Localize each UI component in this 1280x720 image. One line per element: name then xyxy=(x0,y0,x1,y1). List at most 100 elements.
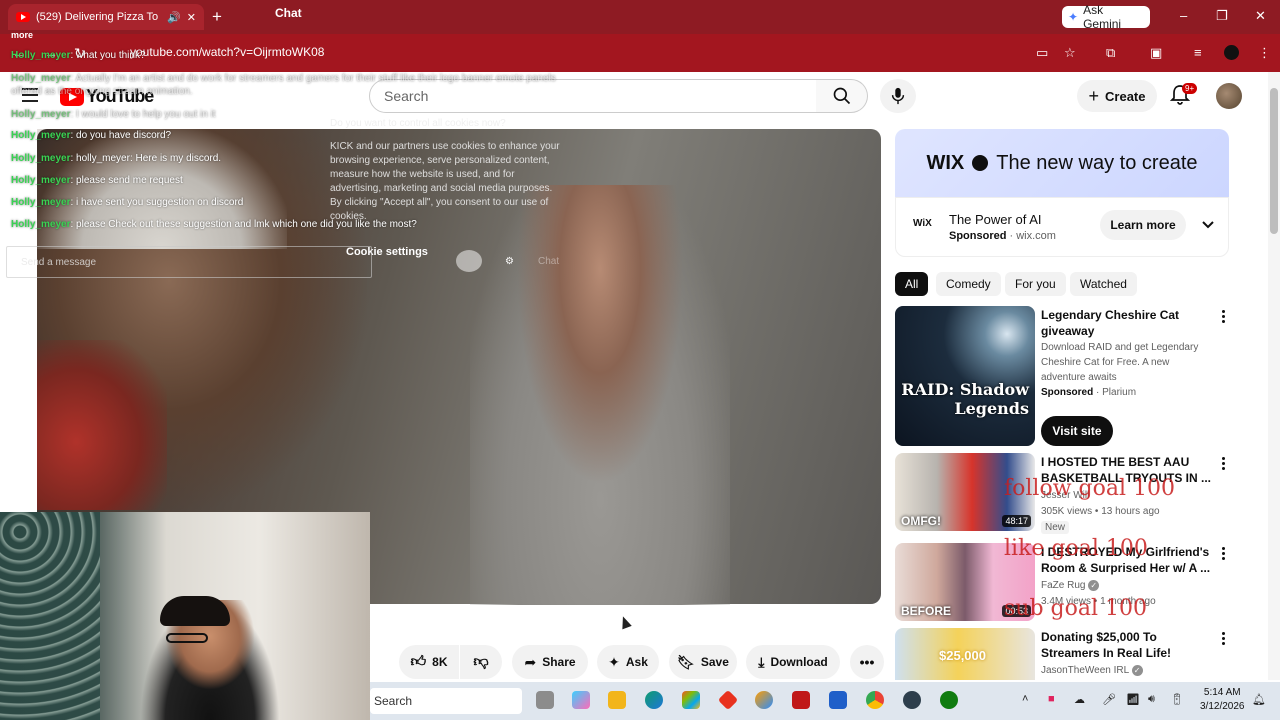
related-channel[interactable]: FaZe Rug ✓ xyxy=(1041,578,1206,593)
chip-watched[interactable]: Watched xyxy=(1070,272,1137,296)
more-actions-button[interactable]: ••• xyxy=(850,645,884,679)
chat-username[interactable]: Holly_meyer xyxy=(11,109,70,120)
extensions-icon[interactable]: ⧉ xyxy=(1106,45,1115,61)
related-channel: · Plarium xyxy=(1096,387,1137,398)
tab-close-icon[interactable]: ✕ xyxy=(187,11,196,24)
tray-overflow-chevron-icon[interactable]: ˄ xyxy=(1022,693,1028,705)
chip-all[interactable]: All xyxy=(895,272,929,296)
tray-microphone-icon[interactable]: 🎤︎ xyxy=(1102,693,1116,706)
taskbar-search-box[interactable]: Search xyxy=(370,688,522,714)
maximize-button[interactable]: ❐ xyxy=(1216,8,1228,24)
ad-logo: WiX xyxy=(913,218,932,229)
ad-banner[interactable]: WIX The new way to create xyxy=(895,129,1229,197)
chat-username[interactable]: Holly_meyer xyxy=(11,73,70,84)
chat-username[interactable]: Holly_meyer xyxy=(11,197,70,208)
chat-username[interactable]: Holly_meyer xyxy=(11,175,70,186)
related-title[interactable]: Legendary Cheshire Cat giveaway xyxy=(1041,307,1211,339)
url-field[interactable]: youtube.com/watch?v=OijrmtoWK08 xyxy=(130,45,324,59)
chip-comedy[interactable]: Comedy xyxy=(936,272,1001,296)
related-sponsor-meta: Sponsored · Plarium xyxy=(1041,385,1206,400)
split-view-icon[interactable]: ▣ xyxy=(1150,45,1162,61)
edge-icon[interactable] xyxy=(645,691,663,709)
chat-username[interactable]: Holly_meyer xyxy=(11,50,70,61)
ad-title[interactable]: The Power of AI xyxy=(949,212,1042,227)
video-frame-person-right xyxy=(470,185,730,605)
dislike-button[interactable]: 👎︎ xyxy=(460,645,502,679)
webcam-person-hair xyxy=(160,596,230,626)
settings-app-icon[interactable] xyxy=(903,691,921,709)
install-app-icon[interactable]: ▭ xyxy=(1036,45,1048,61)
chevron-down-icon[interactable] xyxy=(1201,217,1215,235)
ask-gemini-button[interactable]: ✦ Ask Gemini xyxy=(1062,3,1150,31)
video-frame-red-shirt xyxy=(37,340,167,510)
video-duration: 48:17 xyxy=(1002,515,1031,527)
bookmark-star-icon[interactable]: ☆ xyxy=(1064,45,1076,61)
chat-username[interactable]: Holly_meyer xyxy=(11,219,70,230)
create-button[interactable]: + Create xyxy=(1077,80,1157,112)
media-control-icon[interactable]: ≡ xyxy=(1194,45,1202,60)
more-vert-icon[interactable] xyxy=(1219,547,1227,562)
voice-search-button[interactable] xyxy=(880,79,916,113)
cookie-notice-text: KICK and our partners use cookies to enh… xyxy=(330,141,560,222)
new-tab-button[interactable]: + xyxy=(212,7,222,27)
chat-username[interactable]: Holly_meyer xyxy=(11,130,70,141)
browser-profile-avatar[interactable] xyxy=(1224,45,1239,60)
page-scrollbar-thumb[interactable] xyxy=(1270,88,1278,234)
chip-for-you[interactable]: For you xyxy=(1005,272,1066,296)
related-channel[interactable]: JasonTheWeen IRL ✓ xyxy=(1041,663,1206,678)
xbox-icon[interactable] xyxy=(940,691,958,709)
related-thumbnail-raid[interactable]: RAID: Shadow Legends xyxy=(895,306,1035,446)
volume-icon[interactable]: 🔊︎ xyxy=(1148,693,1155,706)
file-explorer-icon[interactable] xyxy=(608,691,626,709)
search-button[interactable] xyxy=(816,79,868,113)
chat-window-title: Chat xyxy=(275,6,302,20)
related-description: Download RAID and get Legendary Cheshire… xyxy=(1041,342,1199,383)
plus-icon: + xyxy=(1088,85,1100,106)
battery-icon[interactable]: 🔋︎ xyxy=(1170,693,1184,706)
new-badge: New xyxy=(1041,521,1070,534)
chat-message: Holly_meyer: do you have discord? xyxy=(11,130,171,141)
chat-message-text: : holly_meyer: Here is my discord. xyxy=(70,153,222,164)
taskbar-clock[interactable]: 5:14 AM 3/12/2026 xyxy=(1200,686,1245,714)
close-window-button[interactable]: ✕ xyxy=(1255,8,1266,24)
more-dots-icon: ••• xyxy=(859,654,875,670)
tray-app-icon[interactable]: ■ xyxy=(1048,693,1055,705)
more-vert-icon[interactable] xyxy=(1219,632,1227,647)
tab-title: (529) Delivering Pizza To Je xyxy=(36,11,162,23)
task-view-icon[interactable] xyxy=(536,691,554,709)
chat-settings-gear-icon[interactable]: ⚙ xyxy=(505,256,514,267)
more-vert-icon[interactable] xyxy=(1219,310,1227,325)
browser-tab[interactable]: (529) Delivering Pizza To Je 🔊 ✕ xyxy=(8,4,204,30)
ask-button[interactable]: ✦ Ask xyxy=(597,645,659,679)
chat-username[interactable]: Holly_meyer xyxy=(11,153,70,164)
download-button[interactable]: ⤓ Download xyxy=(746,645,840,679)
share-button[interactable]: ➦ Share xyxy=(512,645,588,679)
browser-menu-icon[interactable]: ⋮ xyxy=(1258,45,1271,61)
account-avatar[interactable] xyxy=(1216,83,1242,109)
more-vert-icon[interactable] xyxy=(1219,457,1227,472)
overlay-toggle[interactable] xyxy=(456,250,482,272)
mail-icon[interactable] xyxy=(829,691,847,709)
tab-audio-icon[interactable]: 🔊 xyxy=(167,11,181,24)
related-thumbnail-donating[interactable]: $25,000 xyxy=(895,628,1035,680)
learn-more-button[interactable]: Learn more xyxy=(1100,210,1186,240)
chrome-icon[interactable] xyxy=(866,691,884,709)
notification-center-icon[interactable]: 🔔︎ xyxy=(1252,693,1266,706)
ask-label: Ask xyxy=(625,655,648,669)
related-title[interactable]: Donating $25,000 To Streamers In Real Li… xyxy=(1041,629,1211,661)
store-icon[interactable] xyxy=(682,691,700,709)
copilot-icon[interactable] xyxy=(572,691,590,709)
thumbs-up-icon: 👍︎ xyxy=(410,653,427,670)
minimize-button[interactable]: – xyxy=(1180,8,1187,23)
save-button[interactable]: 🔖︎ Save xyxy=(669,645,737,679)
webcam-curtain xyxy=(0,512,100,720)
cookie-header-text: Do you want to control all cookies now? xyxy=(330,118,506,129)
visit-site-button[interactable]: Visit site xyxy=(1041,416,1113,446)
like-button[interactable]: 👍︎ 8K xyxy=(399,645,459,679)
chat-send-label[interactable]: Chat xyxy=(538,256,559,267)
wifi-icon[interactable]: 📶︎ xyxy=(1126,693,1140,706)
mcafee-icon[interactable] xyxy=(792,691,810,709)
chat-message-input[interactable]: Send a message xyxy=(6,246,372,278)
onedrive-cloud-icon[interactable]: ☁ xyxy=(1074,693,1085,706)
weather-app-icon[interactable] xyxy=(755,691,773,709)
